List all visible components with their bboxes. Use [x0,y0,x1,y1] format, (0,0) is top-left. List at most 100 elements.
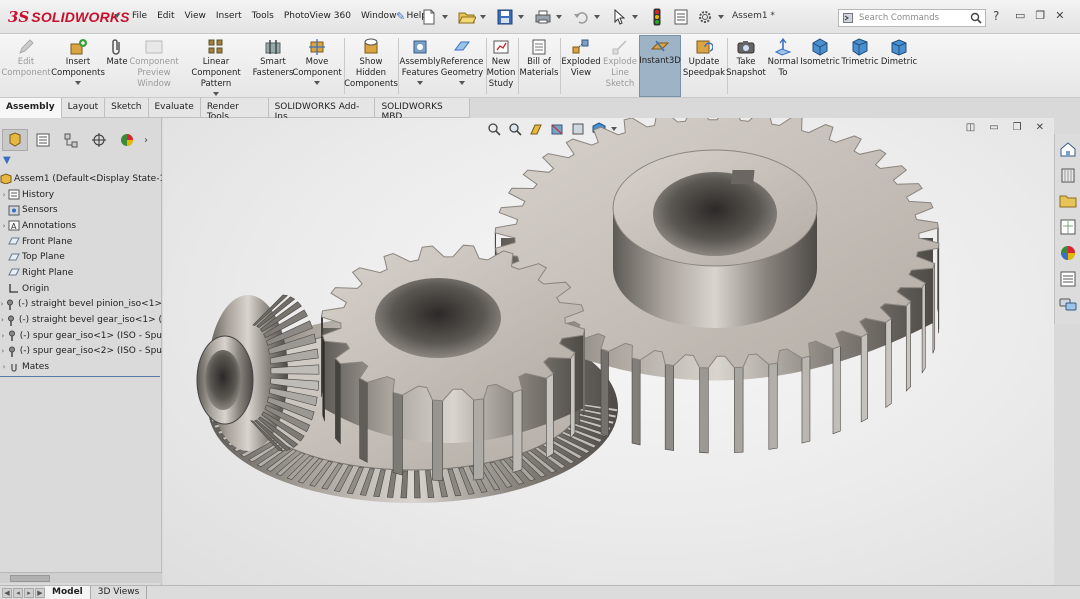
search-input[interactable]: Search Commands [855,13,967,23]
search-scope-icon[interactable] [841,10,855,26]
last-tab-icon[interactable]: ▶ [35,587,45,598]
new-dropdown-icon[interactable] [442,15,448,19]
filter-icon[interactable]: ▼ [3,155,11,166]
tab-render-tools[interactable]: Render Tools [201,98,269,122]
tree-item-front-plane[interactable]: Front Plane [0,234,162,250]
save-dropdown-icon[interactable] [518,15,524,19]
bill-of-materials-button[interactable]: Bill of Materials [520,37,558,79]
move-component-button[interactable]: Move Component [292,37,342,85]
tree-item-spur-gear-2[interactable]: › (-) spur gear_iso<2> (ISO - Spu [0,344,162,360]
print-icon[interactable] [532,7,554,27]
rebuild-traffic-light-icon[interactable] [646,7,668,27]
options-gear-icon[interactable] [694,7,716,27]
new-document-icon[interactable] [418,7,440,27]
menu-view[interactable]: View [180,11,211,21]
file-explorer-folder-icon[interactable] [1057,190,1079,212]
tree-expander[interactable]: › [0,191,8,199]
custom-properties-icon[interactable] [1057,268,1079,290]
exploded-view-button[interactable]: Exploded View [561,37,601,79]
property-manager-tab-icon[interactable] [30,129,56,151]
tab-sketch[interactable]: Sketch [105,98,149,118]
undo-dropdown-icon[interactable] [594,15,600,19]
configuration-manager-tab-icon[interactable] [58,129,84,151]
tab-assembly[interactable]: Assembly [0,98,62,118]
tree-item-mates[interactable]: › Mates [0,359,162,375]
linear-pattern-button[interactable]: Linear Component Pattern [180,37,252,96]
save-icon[interactable] [494,7,516,27]
print-dropdown-icon[interactable] [556,15,562,19]
tree-item-bevel-gear[interactable]: › (-) straight bevel gear_iso<1> ( [0,312,162,328]
tree-item-assembly-root[interactable]: Assem1 (Default<Display State-1> [0,171,162,187]
isometric-button[interactable]: Isometric [800,37,840,68]
tree-item-origin[interactable]: Origin [0,281,162,297]
select-dropdown-icon[interactable] [632,15,638,19]
open-dropdown-icon[interactable] [480,15,486,19]
insert-components-dropdown-icon[interactable] [75,81,81,85]
tree-item-top-plane[interactable]: Top Plane [0,249,162,265]
appearances-icon[interactable] [1057,242,1079,264]
search-icon[interactable] [967,12,985,24]
first-tab-icon[interactable]: ◀ [2,587,12,598]
file-properties-icon[interactable] [670,7,692,27]
logo-menu-chevron-icon[interactable] [114,14,120,18]
undo-icon[interactable] [570,7,592,27]
home-icon[interactable] [1057,138,1079,160]
assembly-features-dropdown-icon[interactable] [417,81,423,85]
explode-line-sketch-button[interactable]: Explode Line Sketch [602,37,638,90]
graphics-area[interactable]: ◫ ▭ ❐ ✕ [163,118,1054,585]
smart-fasteners-button[interactable]: Smart Fasteners [253,37,293,79]
tree-item-annotations[interactable]: › A Annotations [0,218,162,234]
design-library-icon[interactable] [1057,164,1079,186]
minimize-icon[interactable]: ▭ [1015,9,1025,22]
tree-item-sensors[interactable]: Sensors [0,202,162,218]
tab-evaluate[interactable]: Evaluate [149,98,201,118]
select-arrow-icon[interactable] [608,7,630,27]
tab-3d-views[interactable]: 3D Views [91,586,148,599]
menu-tools[interactable]: Tools [247,11,279,21]
new-motion-study-button[interactable]: New Motion Study [486,37,516,90]
linear-pattern-dropdown-icon[interactable] [213,92,219,96]
menu-file[interactable]: File [127,11,152,21]
open-folder-icon[interactable] [456,7,478,27]
menu-window[interactable]: Window [356,11,402,21]
reference-geometry-button[interactable]: Reference Geometry [440,37,484,85]
insert-components-button[interactable]: Insert Components [51,37,105,85]
tree-item-spur-gear-1[interactable]: › (-) spur gear_iso<1> (ISO - Spu [0,328,162,344]
take-snapshot-button[interactable]: Take Snapshot [726,37,766,79]
edit-component-button[interactable]: Edit Component [1,37,51,79]
tree-horizontal-scrollbar[interactable] [0,572,162,583]
solidworks-logo[interactable]: 3S SOLIDWORKS [8,7,130,27]
move-component-dropdown-icon[interactable] [314,81,320,85]
menu-edit[interactable]: Edit [152,11,179,21]
options-dropdown-icon[interactable] [718,15,724,19]
tree-item-history[interactable]: › History [0,187,162,203]
update-speedpak-button[interactable]: Update Speedpak [683,37,725,79]
show-hidden-components-button[interactable]: Show Hidden Components [344,37,398,90]
normal-to-button[interactable]: Normal To [766,37,800,79]
instant3d-button[interactable]: Instant3D [639,35,681,97]
scrollbar-thumb[interactable] [10,575,50,582]
dimxpert-manager-tab-icon[interactable] [86,129,112,151]
feature-tree-tab-icon[interactable] [2,129,28,151]
tree-expander[interactable]: › [0,222,8,230]
search-commands-box[interactable]: Search Commands [838,9,986,27]
display-manager-tab-icon[interactable] [114,129,140,151]
pin-menu-icon[interactable]: ✎ [396,10,405,23]
tree-item-right-plane[interactable]: Right Plane [0,265,162,281]
tab-solidworks-addins[interactable]: SOLIDWORKS Add-Ins [269,98,376,122]
gear-assembly-model[interactable] [163,118,1054,585]
dimetric-button[interactable]: Dimetric [880,37,918,68]
tab-solidworks-mbd[interactable]: SOLIDWORKS MBD [375,98,470,122]
component-preview-button[interactable]: Component Preview Window [129,37,179,90]
menu-insert[interactable]: Insert [211,11,247,21]
tree-item-bevel-pinion[interactable]: › (-) straight bevel pinion_iso<1> [0,297,162,313]
restore-icon[interactable]: ❐ [1035,9,1045,22]
tree-expander[interactable]: › [0,363,8,371]
solidworks-forum-icon[interactable] [1057,294,1079,316]
tab-layout[interactable]: Layout [62,98,106,118]
previous-tab-icon[interactable]: ◂ [13,587,23,598]
trimetric-button[interactable]: Trimetric [840,37,880,68]
assembly-features-button[interactable]: Assembly Features [400,37,440,85]
reference-geometry-dropdown-icon[interactable] [459,81,465,85]
tab-model[interactable]: Model [45,586,91,599]
